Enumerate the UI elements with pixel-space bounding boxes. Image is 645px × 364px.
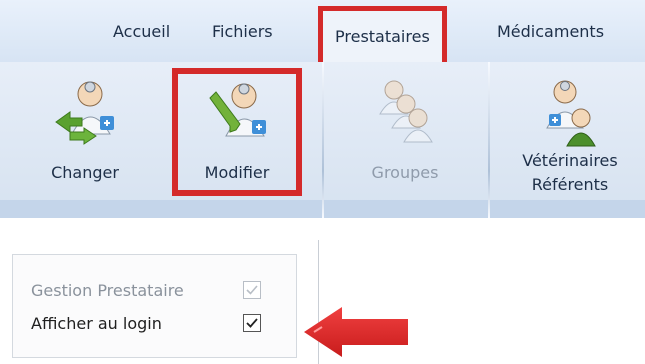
groupes-label: Groupes bbox=[371, 163, 439, 182]
veterinaires-referents-button[interactable]: Vétérinaires Référents bbox=[495, 68, 645, 196]
tab-medicaments[interactable]: Médicaments bbox=[497, 22, 604, 41]
modifier-highlight-box bbox=[172, 68, 302, 196]
tab-prestataires[interactable]: Prestataires bbox=[318, 6, 447, 62]
changer-label: Changer bbox=[51, 163, 119, 182]
tab-fichiers[interactable]: Fichiers bbox=[212, 22, 273, 41]
afficher-au-login-checkbox[interactable] bbox=[243, 314, 261, 332]
afficher-au-login-label: Afficher au login bbox=[31, 314, 162, 333]
referents-label-line2: Référents bbox=[531, 175, 609, 194]
ribbon-tab-bar: Accueil Fichiers Prestataires Médicament… bbox=[0, 0, 645, 62]
changer-button[interactable]: Changer bbox=[20, 68, 150, 196]
ribbon-group-separator bbox=[488, 62, 490, 218]
gestion-prestataire-checkbox[interactable] bbox=[243, 281, 261, 299]
gestion-prestataire-label: Gestion Prestataire bbox=[31, 281, 184, 300]
options-panel bbox=[12, 254, 297, 358]
ribbon-group-separator bbox=[322, 62, 324, 218]
tab-accueil[interactable]: Accueil bbox=[113, 22, 170, 41]
red-arrow-icon bbox=[302, 305, 410, 363]
checkmark-icon bbox=[246, 285, 258, 295]
groupes-button[interactable]: Groupes bbox=[330, 68, 480, 196]
veterinaires-label-line1: Vétérinaires bbox=[522, 151, 618, 170]
change-provider-icon bbox=[48, 76, 122, 154]
checkmark-icon bbox=[246, 318, 258, 328]
referring-vets-icon bbox=[533, 76, 607, 154]
groups-icon bbox=[368, 76, 442, 154]
